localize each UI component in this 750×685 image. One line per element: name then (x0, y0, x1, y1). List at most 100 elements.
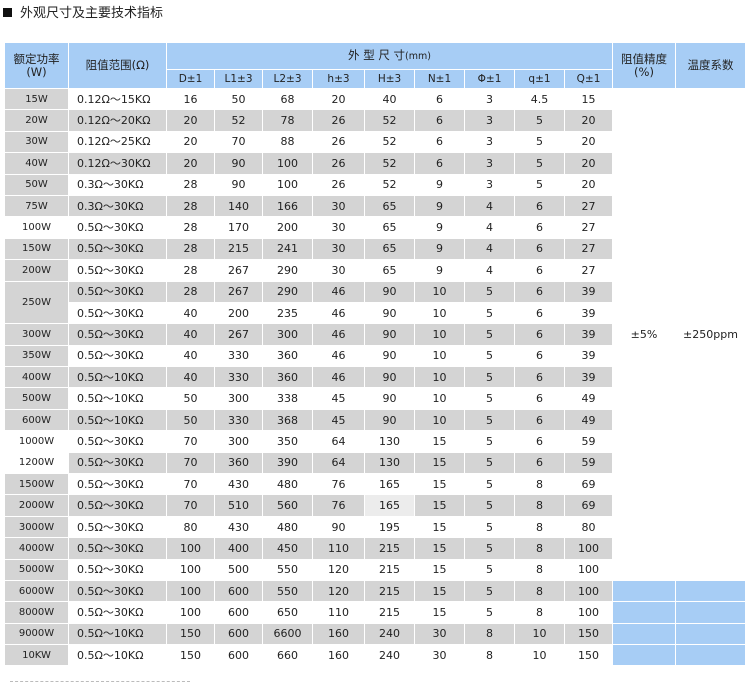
dimension-cell: 3 (464, 130, 515, 154)
power-cell: 300W (4, 323, 69, 346)
dimension-cell: 100 (564, 537, 613, 560)
dimension-cell: 430 (214, 515, 263, 539)
dimension-cell: 45 (312, 387, 365, 410)
dimension-cell: 15 (414, 601, 465, 624)
dimension-cell: 100 (166, 558, 215, 581)
header-dim-column: Q±1 (564, 69, 613, 89)
header-dimensions-unit: (mm) (405, 51, 431, 62)
dimension-cell: 9 (414, 216, 465, 239)
dimension-cell: 64 (312, 430, 365, 453)
dimension-cell: 215 (364, 558, 415, 581)
dimension-cell: 10 (414, 366, 465, 389)
dimension-cell: 267 (214, 280, 263, 303)
dimension-cell: 70 (166, 430, 215, 453)
dimension-cell: 90 (214, 152, 263, 175)
power-cell: 5000W (4, 558, 69, 581)
resistance-range-cell: 0.5Ω～30KΩ (68, 537, 167, 560)
dimension-cell: 9 (414, 237, 465, 261)
dimension-cell: 59 (564, 430, 613, 453)
dimension-cell: 360 (262, 344, 313, 368)
resistance-range-cell: 0.12Ω～30KΩ (68, 152, 167, 175)
dimension-cell: 76 (312, 494, 365, 517)
header-rated-power: 额定功率 (W) (4, 42, 69, 89)
power-cell: 250W (4, 280, 69, 325)
dimension-cell: 8 (464, 644, 515, 667)
dimension-cell: 30 (312, 216, 365, 239)
table-row: 8000W 0.5Ω～30KΩ 100 600 650 110 215 15 5 8 100 (4, 601, 746, 624)
dimension-cell: 560 (262, 494, 313, 517)
dimension-cell: 90 (364, 387, 415, 410)
dimension-cell: 39 (564, 301, 613, 325)
dimension-cell: 3 (464, 152, 515, 175)
dimension-cell: 5 (464, 515, 515, 539)
dimension-cell: 26 (312, 109, 365, 132)
dimension-cell: 6 (414, 130, 465, 154)
power-cell: 3000W (4, 515, 69, 539)
dimension-cell: 20 (564, 130, 613, 154)
dimension-cell: 5 (514, 109, 565, 132)
dimension-cell: 20 (564, 109, 613, 132)
header-temp-coef: 温度系数 (675, 42, 746, 89)
dimension-cell: 360 (214, 451, 263, 475)
dimension-cell: 28 (166, 259, 215, 282)
header-dim-column: h±3 (312, 69, 365, 89)
dimension-cell: 5 (464, 301, 515, 325)
resistance-range-cell: 0.5Ω～30KΩ (68, 344, 167, 368)
dimension-cell: 39 (564, 344, 613, 368)
header-dim-column: Φ±1 (464, 69, 515, 89)
dimension-cell: 510 (214, 494, 263, 517)
power-cell: 1000W (4, 430, 69, 453)
dimension-cell: 40 (166, 323, 215, 346)
dimension-cell: 267 (214, 323, 263, 346)
dimension-cell: 65 (364, 259, 415, 282)
dimension-cell: 100 (166, 601, 215, 624)
dimension-cell: 170 (214, 216, 263, 239)
dimension-cell: 8 (464, 622, 515, 646)
header-dim-column: D±1 (166, 69, 215, 89)
dimension-cell: 600 (214, 622, 263, 646)
power-cell: 8000W (4, 601, 69, 624)
dimension-cell: 80 (166, 515, 215, 539)
dimension-cell: 28 (166, 173, 215, 196)
dimension-cell: 100 (262, 173, 313, 196)
resistance-range-cell: 0.5Ω～10KΩ (68, 387, 167, 410)
dimension-cell: 15 (414, 558, 465, 581)
power-cell: 4000W (4, 537, 69, 560)
resistance-range-cell: 0.5Ω～30KΩ (68, 473, 167, 496)
dimension-cell: 49 (564, 408, 613, 432)
dimension-cell: 290 (262, 280, 313, 303)
dimension-cell: 28 (166, 194, 215, 218)
dimension-cell: 46 (312, 344, 365, 368)
dimension-cell: 65 (364, 237, 415, 261)
dimension-cell: 5 (464, 323, 515, 346)
dimension-cell: 5 (464, 344, 515, 368)
dimension-cell: 5 (464, 280, 515, 303)
dimension-cell: 200 (214, 301, 263, 325)
dimension-cell: 30 (312, 237, 365, 261)
dimension-cell: 100 (564, 601, 613, 624)
resistance-range-cell: 0.5Ω～30KΩ (68, 494, 167, 517)
dimension-cell: 480 (262, 515, 313, 539)
resistance-range-cell: 0.5Ω～10KΩ (68, 644, 167, 667)
dimension-cell: 5 (464, 473, 515, 496)
temp-coef-empty-cell (675, 644, 746, 667)
dimension-cell: 660 (262, 644, 313, 667)
resistance-range-cell: 0.5Ω～30KΩ (68, 216, 167, 239)
dimension-cell: 550 (262, 558, 313, 581)
dimension-cell: 8 (514, 494, 565, 517)
resistance-range-cell: 0.5Ω～30KΩ (68, 430, 167, 453)
dimension-cell: 40 (166, 301, 215, 325)
dimension-cell: 600 (214, 579, 263, 603)
dimension-cell: 500 (214, 558, 263, 581)
dimension-cell: 28 (166, 280, 215, 303)
dimension-cell: 15 (414, 515, 465, 539)
dimension-cell: 9 (414, 259, 465, 282)
dimension-cell: 6 (514, 280, 565, 303)
resistance-range-cell: 0.5Ω～30KΩ (68, 301, 167, 325)
dimension-cell: 166 (262, 194, 313, 218)
dimension-cell: 330 (214, 408, 263, 432)
dimension-cell: 5 (464, 451, 515, 475)
dimension-cell: 10 (414, 323, 465, 346)
resistance-range-cell: 0.12Ω～15KΩ (68, 87, 167, 111)
dimension-cell: 80 (564, 515, 613, 539)
